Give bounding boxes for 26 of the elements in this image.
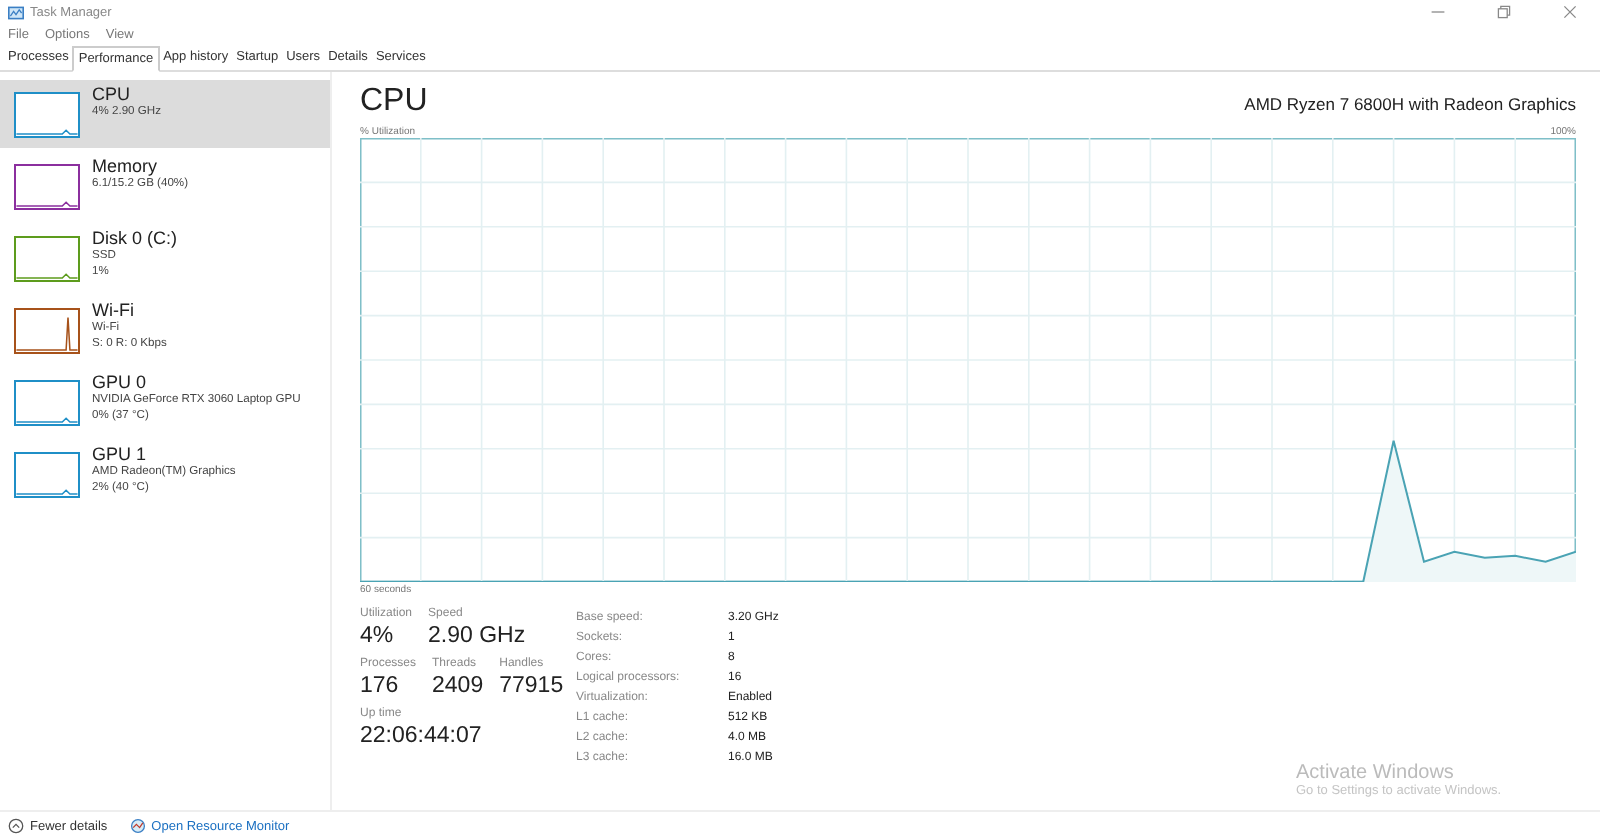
- restore-icon[interactable]: [1496, 4, 1512, 20]
- item-title: Wi-Fi: [92, 300, 136, 320]
- thumbnail-graph: [14, 380, 80, 426]
- thumbnail-graph: [14, 92, 80, 138]
- stat-value: 2.90 GHz: [428, 624, 526, 650]
- resource-monitor-icon: [129, 818, 146, 834]
- item-title: GPU 0: [92, 372, 149, 392]
- stat-value: 22:06:44:07: [360, 724, 482, 750]
- item-title: GPU 1: [92, 444, 149, 464]
- stat-value: 2409: [432, 674, 484, 700]
- close-icon[interactable]: [1562, 4, 1578, 20]
- item-title: CPU: [92, 84, 133, 104]
- thumbnail-graph: [14, 164, 80, 210]
- stat-value: 176: [360, 674, 401, 700]
- activation-title: Activate Windows: [1296, 762, 1456, 784]
- stat-value: 4%: [360, 624, 396, 650]
- thumbnail-graph: [14, 308, 80, 354]
- collapse-icon[interactable]: [8, 818, 24, 834]
- thumbnail-graph: [14, 236, 80, 282]
- item-title: Memory: [92, 156, 160, 176]
- stat-value: 77915: [499, 674, 564, 700]
- processor-name: AMD Ryzen 7 6800H with Radeon Graphics: [1244, 94, 1576, 114]
- thumbnail-graph: [14, 452, 80, 498]
- app-icon: [8, 5, 24, 19]
- item-title: Disk 0 (C:): [92, 228, 177, 248]
- panel-title: CPU: [360, 84, 428, 120]
